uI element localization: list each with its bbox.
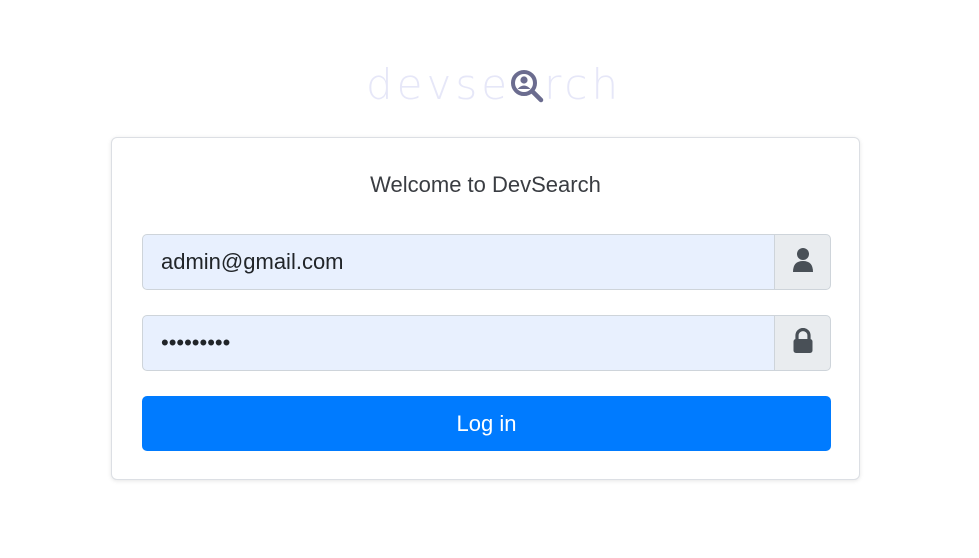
password-input-group bbox=[142, 315, 831, 371]
password-field[interactable] bbox=[142, 315, 774, 371]
logo-text-start: devse bbox=[366, 59, 512, 109]
password-addon bbox=[774, 315, 831, 371]
user-icon bbox=[792, 247, 814, 278]
email-input-group bbox=[142, 234, 831, 290]
email-addon bbox=[774, 234, 831, 290]
welcome-heading: Welcome to DevSearch bbox=[370, 172, 601, 197]
magnifier-user-icon bbox=[511, 63, 544, 105]
login-card: Welcome to DevSearch admin@gmail.com •••… bbox=[111, 137, 860, 480]
email-field[interactable] bbox=[142, 234, 774, 290]
logo-text-end: rch bbox=[544, 59, 623, 109]
devsearch-logo[interactable]: devse rch bbox=[366, 54, 622, 114]
login-button[interactable]: Log in bbox=[142, 396, 831, 451]
lock-icon bbox=[792, 327, 814, 359]
login-page: devse rch Welcome to DevSearch admin@gma… bbox=[0, 0, 979, 558]
